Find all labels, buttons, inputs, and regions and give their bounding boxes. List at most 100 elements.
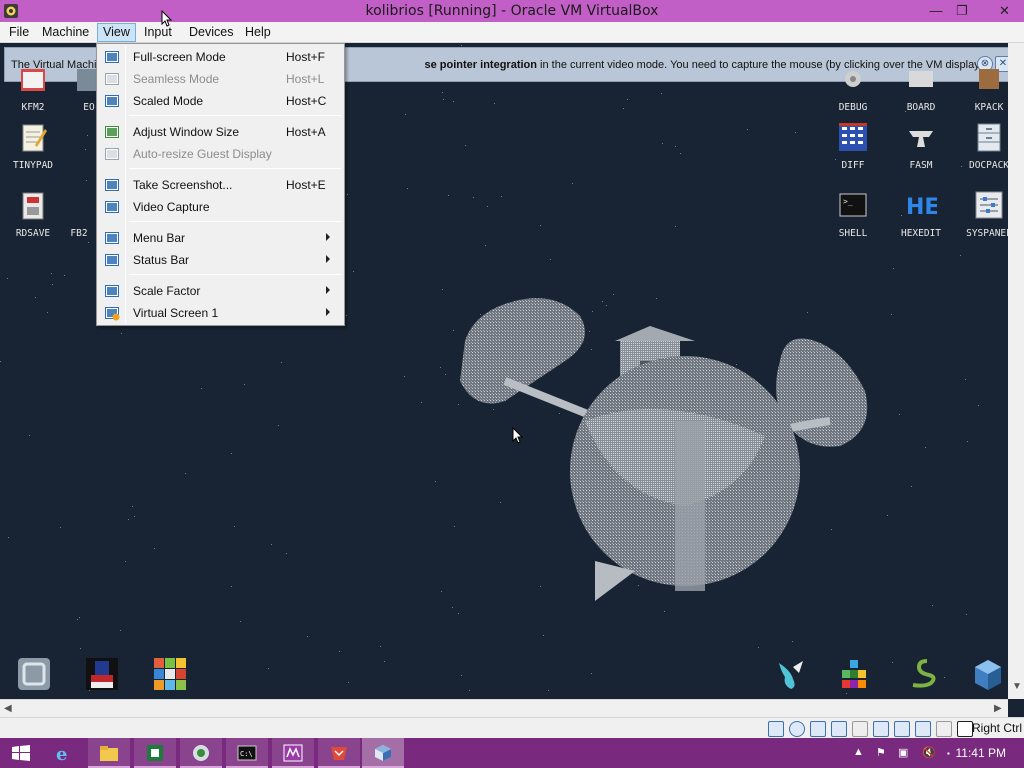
star	[887, 515, 888, 516]
view-menu-item-take-screenshot[interactable]: Take Screenshot... Host+E	[99, 174, 342, 196]
dock-mosaic-icon[interactable]	[153, 657, 187, 691]
desktop-icon-board[interactable]: BOARD	[891, 63, 951, 113]
menu-devices[interactable]: Devices	[184, 23, 238, 42]
desktop-icon-tinypad[interactable]: TINYPAD	[3, 121, 63, 171]
desktop-icon-shell[interactable]: >_ SHELL	[823, 189, 883, 239]
file-manager-icon	[21, 69, 45, 91]
desktop-icon-kpack[interactable]: KPACK	[959, 63, 1008, 113]
star	[966, 614, 967, 615]
star	[128, 519, 129, 520]
virtual-screen-icon	[105, 307, 120, 321]
scroll-right-arrow-icon[interactable]: ▶	[994, 703, 1002, 714]
star	[465, 145, 466, 146]
desktop-icon-fasm[interactable]: FASM	[891, 121, 951, 171]
view-menu-item-label: Scale Factor	[133, 284, 201, 298]
restore-button[interactable]: ❐	[947, 0, 977, 22]
star	[899, 414, 900, 415]
star	[911, 486, 912, 487]
dock-snake-icon[interactable]	[907, 657, 941, 691]
star	[347, 194, 348, 195]
star	[846, 693, 847, 694]
desktop-icon-kfm2[interactable]: KFM2	[3, 63, 63, 113]
taskbar-ie[interactable]: e	[42, 738, 84, 768]
star	[623, 108, 624, 109]
dock-flag-icon[interactable]	[85, 657, 119, 691]
network-icon[interactable]	[831, 721, 847, 737]
view-menu-item-video-capture[interactable]: Video Capture	[99, 196, 342, 218]
display-icon[interactable]	[894, 721, 910, 737]
view-menu-item-menu-bar[interactable]: Menu Bar	[99, 227, 342, 249]
star	[80, 648, 81, 649]
menu-help[interactable]: Help	[240, 23, 276, 42]
taskbar-excel[interactable]	[134, 738, 176, 768]
desktop-icon-syspanel[interactable]: SYSPANEL	[959, 189, 1008, 239]
star	[64, 275, 65, 276]
tray-overflow-icon[interactable]: ▲	[853, 746, 864, 758]
taskbar-cmd[interactable]: C:\	[226, 738, 268, 768]
shared-folder-icon[interactable]	[873, 721, 889, 737]
view-menu-item-label: Status Bar	[133, 253, 190, 267]
dock-tetris-icon[interactable]	[837, 657, 871, 691]
menu-machine[interactable]: Machine	[37, 23, 94, 42]
view-menu-item-shortcut: Host+A	[286, 125, 326, 139]
desktop-icon-rdsave[interactable]: RDSAVE	[3, 189, 63, 239]
start-button[interactable]	[0, 738, 42, 768]
video-capture-icon[interactable]	[915, 721, 931, 737]
star	[662, 143, 663, 144]
cabinet-icon	[977, 123, 1001, 152]
optical-drive-icon[interactable]	[789, 721, 805, 737]
desktop-icon-hexedit[interactable]: HE HEXEDIT	[891, 189, 951, 239]
view-menu-item-full-screen-mode[interactable]: Full-screen Mode Host+F	[99, 46, 342, 68]
star	[461, 675, 462, 676]
menu-view[interactable]: View	[97, 23, 136, 42]
vertical-scrollbar[interactable]: ▼	[1008, 43, 1024, 699]
close-button[interactable]: ✕	[985, 0, 1024, 22]
view-menu-item-virtual-screen-1[interactable]: Virtual Screen 1	[99, 302, 342, 324]
view-menu-item-shortcut: Host+L	[286, 72, 325, 86]
star	[231, 586, 232, 587]
taskbar-explorer[interactable]	[88, 738, 130, 768]
dock-bird-icon[interactable]	[773, 657, 807, 691]
keyboard-capture-icon[interactable]	[957, 721, 973, 737]
view-menu-item-scale-factor[interactable]: Scale Factor	[99, 280, 342, 302]
action-center-flag-icon[interactable]: ⚑	[876, 746, 886, 759]
usb-icon[interactable]	[852, 721, 868, 737]
taskbar-app3[interactable]	[318, 738, 360, 768]
menu-file[interactable]: File	[4, 23, 34, 42]
taskbar-app[interactable]	[180, 738, 222, 768]
star	[453, 101, 454, 102]
star	[501, 196, 502, 197]
star	[540, 225, 541, 226]
taskbar-clock[interactable]: 11:41 PM	[956, 746, 1006, 760]
tray-dot-icon: ▪	[947, 749, 950, 758]
view-menu-item-label: Auto-resize Guest Display	[133, 147, 272, 161]
star	[967, 441, 968, 442]
star	[120, 630, 121, 631]
screenshot-icon	[105, 179, 119, 191]
taskbar-app2[interactable]	[272, 738, 314, 768]
cpu-icon[interactable]	[936, 721, 952, 737]
audio-icon[interactable]	[810, 721, 826, 737]
host-key-label: Right Ctrl	[971, 721, 1022, 735]
volume-muted-icon[interactable]: 🔇	[922, 746, 936, 759]
desktop-icon-docpack[interactable]: DOCPACK	[959, 121, 1008, 171]
desktop-icon-diff[interactable]: DIFF	[823, 121, 883, 171]
star	[88, 242, 89, 243]
dock-finder-icon[interactable]	[17, 657, 51, 691]
taskbar-virtualbox[interactable]	[362, 738, 404, 768]
star	[443, 99, 444, 100]
horizontal-scrollbar[interactable]: ◀ ▶	[0, 699, 1008, 717]
star	[758, 647, 759, 648]
hard-disk-icon[interactable]	[768, 721, 784, 737]
network-tray-icon[interactable]: ▣	[898, 746, 908, 759]
view-menu-item-scaled-mode[interactable]: Scaled Mode Host+C	[99, 90, 342, 112]
menu-separator	[129, 115, 341, 116]
scroll-down-arrow-icon[interactable]: ▼	[1012, 681, 1022, 692]
view-menu-item-adjust-window-size[interactable]: Adjust Window Size Host+A	[99, 121, 342, 143]
dock-cube-icon[interactable]	[971, 657, 1005, 691]
view-menu-item-status-bar[interactable]: Status Bar	[99, 249, 342, 271]
scroll-left-arrow-icon[interactable]: ◀	[4, 703, 12, 714]
star	[0, 361, 1, 362]
desktop-icon-debug[interactable]: DEBUG	[823, 63, 883, 113]
star	[675, 146, 676, 147]
